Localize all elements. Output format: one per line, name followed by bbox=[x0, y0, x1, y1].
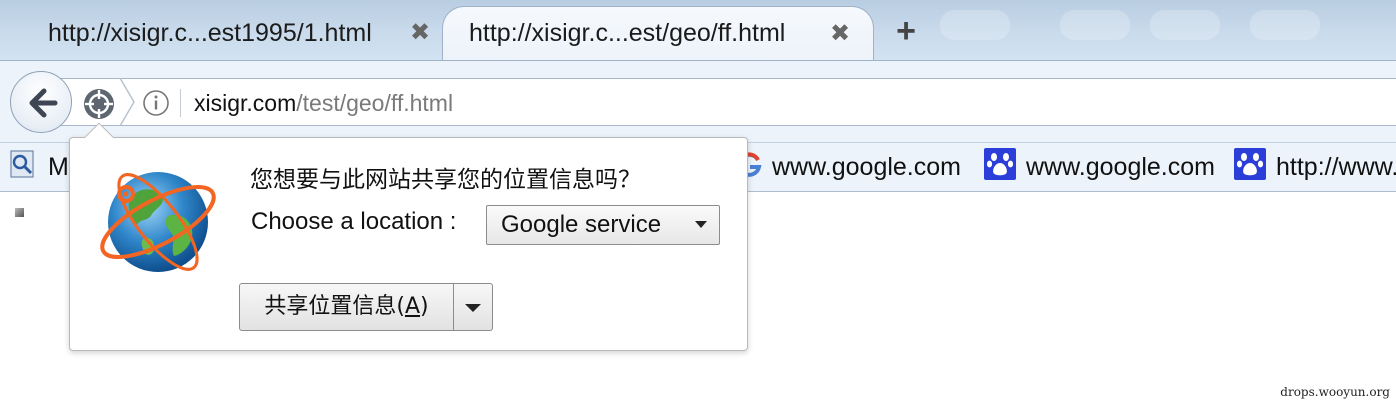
bookmark-label: www.google.com bbox=[772, 152, 961, 181]
tab-active[interactable]: http://xisigr.c...est/geo/ff.html ✖ bbox=[442, 6, 874, 60]
location-select-value: Google service bbox=[501, 211, 662, 238]
share-location-button[interactable]: 共享位置信息(A) bbox=[240, 284, 453, 330]
tab-inactive[interactable]: http://xisigr.c...est1995/1.html ✖ bbox=[0, 6, 450, 60]
broken-image-icon bbox=[15, 208, 24, 217]
tabstrip-decoration bbox=[940, 10, 1010, 40]
share-button-accesskey: A bbox=[404, 294, 421, 319]
back-arrow-icon bbox=[29, 88, 58, 118]
url-path: /test/geo/ff.html bbox=[296, 90, 454, 116]
site-info-icon[interactable] bbox=[142, 89, 170, 122]
location-label: Choose a location : bbox=[251, 208, 457, 235]
tab-close-icon[interactable]: ✖ bbox=[408, 18, 432, 48]
location-select[interactable]: Google service bbox=[486, 205, 720, 245]
search-page-icon bbox=[8, 149, 38, 186]
baidu-paw-icon bbox=[1234, 147, 1266, 187]
url-separator bbox=[180, 89, 181, 117]
tab-strip: http://xisigr.c...est1995/1.html ✖ http:… bbox=[0, 0, 1396, 60]
new-tab-plus-icon[interactable]: + bbox=[890, 12, 922, 50]
bookmark-item[interactable]: www.google.com bbox=[736, 143, 961, 191]
share-button-label-end: ) bbox=[420, 294, 429, 319]
tab-close-icon[interactable]: ✖ bbox=[828, 19, 852, 49]
share-options-dropdown[interactable] bbox=[454, 284, 492, 330]
tab-title: http://xisigr.c...est/geo/ff.html bbox=[469, 19, 786, 47]
share-location-split-button: 共享位置信息(A) bbox=[239, 283, 493, 331]
identity-chevron-icon bbox=[118, 77, 136, 131]
url-host: xisigr.com bbox=[194, 90, 297, 116]
bookmark-label: www.google.com bbox=[1026, 152, 1215, 181]
popup-message: 您想要与此网站共享您的位置信息吗？ bbox=[250, 167, 641, 193]
tabstrip-decoration bbox=[1060, 10, 1130, 40]
bookmark-label: http://www. bbox=[1276, 152, 1396, 181]
navigation-bar: xisigr.com/test/geo/ff.html bbox=[0, 60, 1396, 143]
geolocation-permission-popup: 您想要与此网站共享您的位置信息吗？ Choose a location : Go… bbox=[69, 137, 748, 351]
globe-icon bbox=[92, 156, 220, 289]
back-button[interactable] bbox=[10, 71, 72, 133]
chevron-down-icon bbox=[465, 304, 481, 312]
bookmark-label: M bbox=[48, 152, 69, 181]
baidu-paw-icon bbox=[984, 147, 1016, 187]
tab-title: http://xisigr.c...est1995/1.html bbox=[48, 18, 372, 47]
tabstrip-decoration bbox=[1250, 10, 1320, 40]
bookmark-item[interactable]: www.google.com bbox=[984, 143, 1215, 191]
bookmark-item[interactable]: http://www. bbox=[1234, 143, 1396, 191]
bookmark-item[interactable]: M bbox=[8, 143, 69, 191]
url-text[interactable]: xisigr.com/test/geo/ff.html bbox=[194, 85, 453, 121]
watermark: drops.wooyun.org bbox=[1280, 385, 1390, 399]
tabstrip-decoration bbox=[1150, 10, 1220, 40]
popup-arrow bbox=[85, 120, 113, 138]
share-button-label: 共享位置信息( bbox=[264, 294, 405, 319]
chevron-down-icon bbox=[695, 221, 707, 228]
